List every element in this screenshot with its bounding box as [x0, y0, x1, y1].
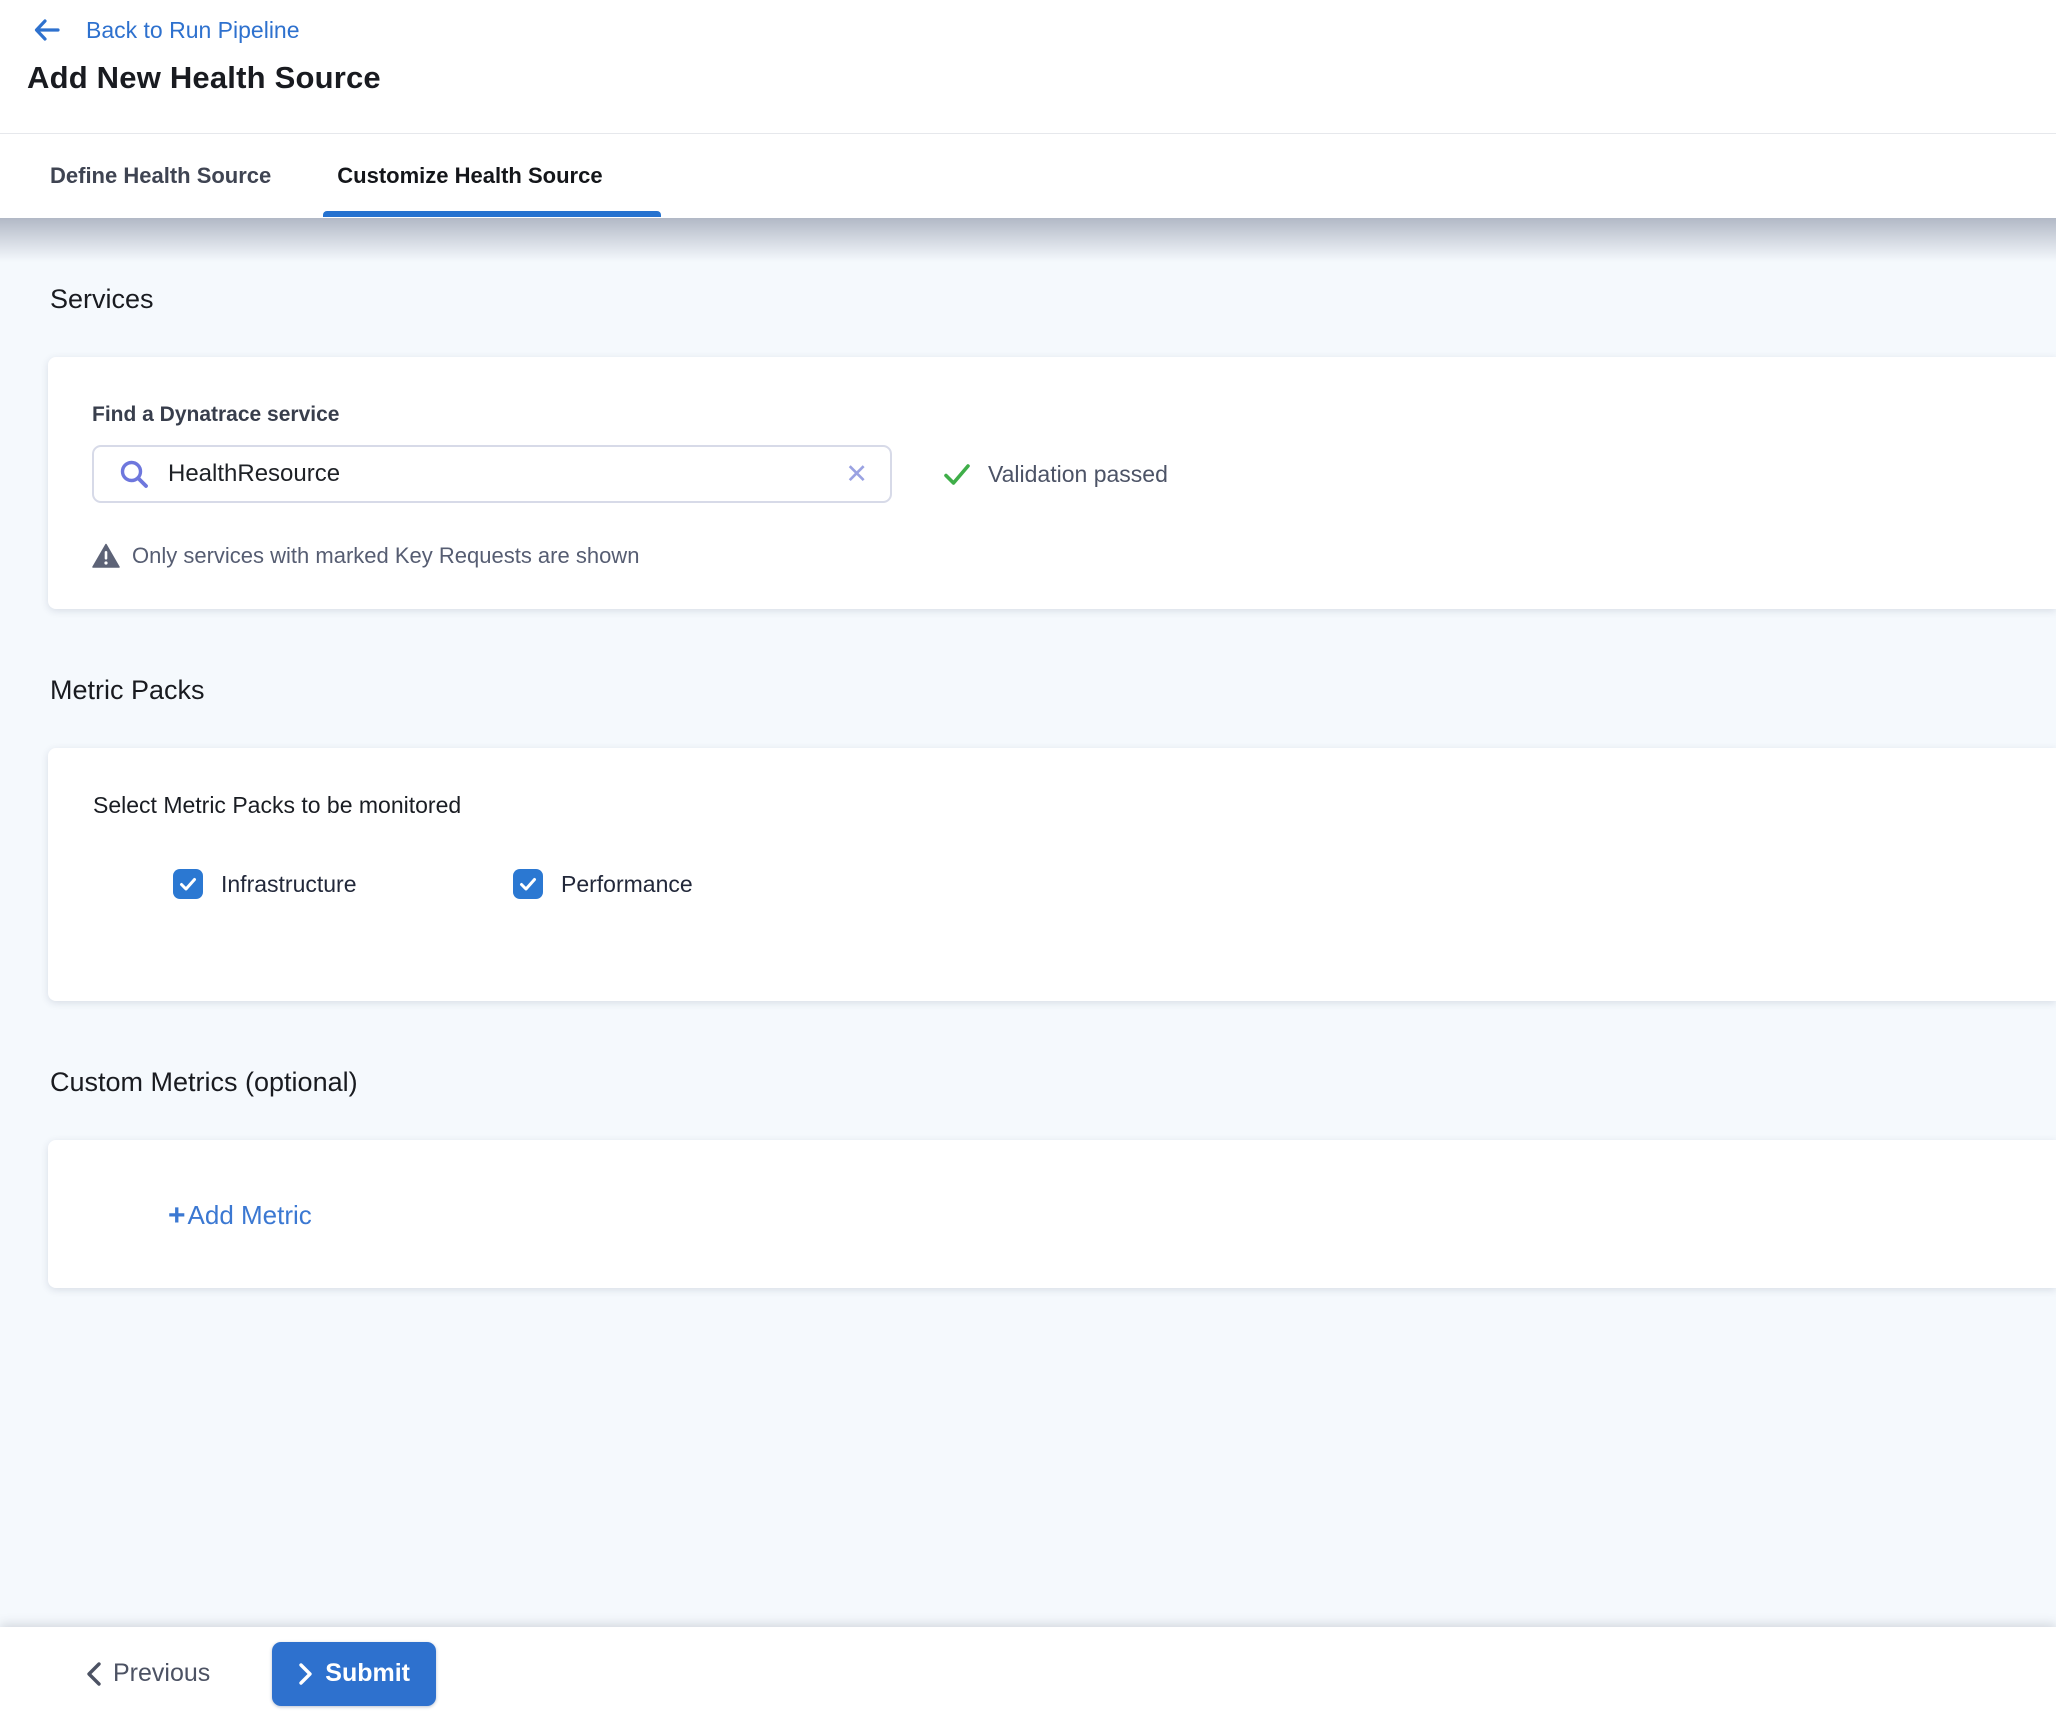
previous-label: Previous [113, 1659, 210, 1688]
custom-metrics-heading: Custom Metrics (optional) [50, 1067, 2056, 1098]
find-service-label: Find a Dynatrace service [92, 403, 2012, 427]
services-warning: Only services with marked Key Requests a… [92, 543, 2012, 569]
custom-metrics-card: + Add Metric [48, 1140, 2056, 1288]
back-navigation[interactable]: Back to Run Pipeline [0, 0, 2056, 46]
services-card: Find a Dynatrace service ✕ Validation pa… [48, 357, 2056, 609]
performance-label: Performance [561, 871, 693, 898]
metric-packs-subtitle: Select Metric Packs to be monitored [93, 792, 2012, 819]
main-content: Services Find a Dynatrace service ✕ Vali… [0, 218, 2056, 1627]
plus-icon: + [168, 1199, 186, 1233]
chevron-left-icon [85, 1661, 103, 1687]
validation-status: Validation passed [940, 457, 1168, 491]
submit-label: Submit [325, 1659, 410, 1688]
checkbox-option-performance[interactable]: Performance [513, 869, 853, 899]
submit-button[interactable]: Submit [272, 1642, 436, 1706]
warning-text: Only services with marked Key Requests a… [132, 543, 639, 569]
infrastructure-checkbox-checked[interactable] [173, 869, 203, 899]
tab-bar: Define Health Source Customize Health So… [0, 133, 2056, 218]
metric-packs-heading: Metric Packs [50, 675, 2056, 706]
metric-packs-options: Infrastructure Performance [173, 869, 2012, 899]
back-arrow-icon[interactable] [30, 13, 64, 47]
previous-button[interactable]: Previous [85, 1659, 210, 1688]
infrastructure-label: Infrastructure [221, 871, 357, 898]
tab-customize-health-source[interactable]: Customize Health Source [337, 135, 602, 217]
validation-check-icon [940, 457, 974, 491]
checkbox-option-infrastructure[interactable]: Infrastructure [173, 869, 513, 899]
add-metric-label: Add Metric [188, 1200, 312, 1231]
back-link-label[interactable]: Back to Run Pipeline [86, 17, 300, 44]
add-metric-button[interactable]: + Add Metric [168, 1198, 312, 1232]
clear-search-icon[interactable]: ✕ [843, 459, 870, 490]
services-heading: Services [50, 284, 2056, 315]
page-header: Back to Run Pipeline Add New Health Sour… [0, 0, 2056, 218]
tab-define-health-source[interactable]: Define Health Source [50, 135, 271, 217]
checkmark-icon [178, 874, 198, 894]
checkmark-icon [518, 874, 538, 894]
search-icon [118, 458, 150, 490]
warning-triangle-icon [92, 543, 120, 569]
validation-text: Validation passed [988, 461, 1168, 488]
metric-packs-card: Select Metric Packs to be monitored Infr… [48, 748, 2056, 1001]
performance-checkbox-checked[interactable] [513, 869, 543, 899]
service-search-row: ✕ Validation passed [92, 445, 2012, 503]
service-search-box[interactable]: ✕ [92, 445, 892, 503]
footer-bar: Previous Submit [0, 1627, 2056, 1720]
service-search-input[interactable] [168, 460, 843, 488]
chevron-right-icon [298, 1662, 313, 1686]
page-title: Add New Health Source [0, 46, 2056, 96]
